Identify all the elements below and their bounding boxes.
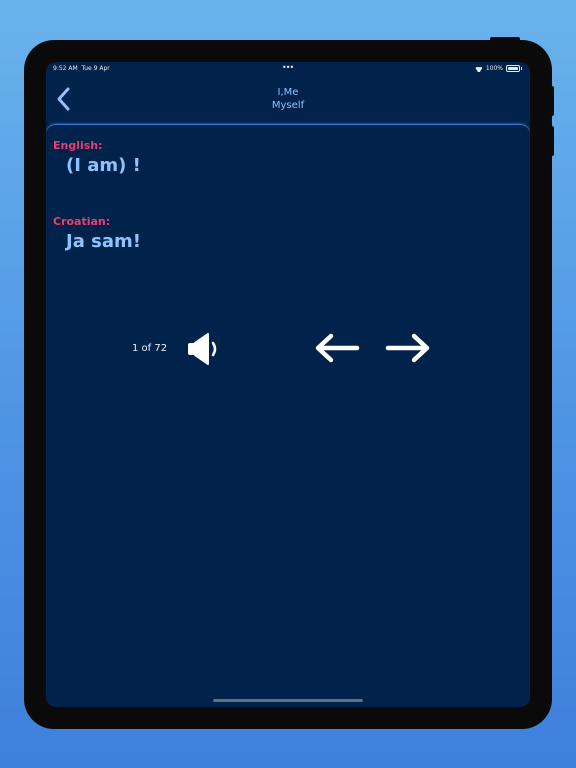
target-language-label: Croatian:: [53, 215, 111, 228]
status-time: 9:52 AM: [53, 65, 78, 72]
page-title: I,Me Myself: [238, 86, 338, 112]
status-date: Tue 9 Apr: [81, 65, 110, 72]
arrow-left-icon: [315, 333, 360, 363]
next-phrase-button[interactable]: [384, 333, 432, 363]
volume-down-button: [549, 126, 554, 156]
volume-up-button: [549, 86, 554, 116]
battery-icon: [506, 65, 522, 72]
multitask-dots-icon[interactable]: •••: [282, 63, 294, 72]
target-phrase: Ja sam!: [66, 231, 141, 252]
battery-percent: 100%: [485, 65, 503, 72]
app-screen: 9:52 AM Tue 9 Apr ••• 100% I,Me Myself E…: [46, 62, 530, 707]
speaker-icon: [188, 333, 217, 365]
phrase-card: English: (I am) ! Croatian: Ja sam! 1 of…: [46, 124, 530, 707]
home-indicator[interactable]: [213, 699, 363, 702]
source-language-label: English:: [53, 139, 103, 152]
top-button: [490, 37, 520, 42]
arrow-right-icon: [385, 333, 430, 363]
page-title-line2: Myself: [271, 100, 305, 111]
status-bar: 9:52 AM Tue 9 Apr ••• 100%: [46, 62, 530, 76]
page-title-line1: I,Me: [277, 87, 299, 98]
wifi-icon: [475, 66, 483, 72]
play-audio-button[interactable]: [186, 332, 222, 366]
phrase-counter: 1 of 72: [132, 343, 168, 354]
back-chevron-icon: [57, 87, 70, 111]
back-button[interactable]: [54, 86, 74, 112]
source-phrase: (I am) !: [66, 155, 141, 176]
previous-phrase-button[interactable]: [313, 333, 361, 363]
